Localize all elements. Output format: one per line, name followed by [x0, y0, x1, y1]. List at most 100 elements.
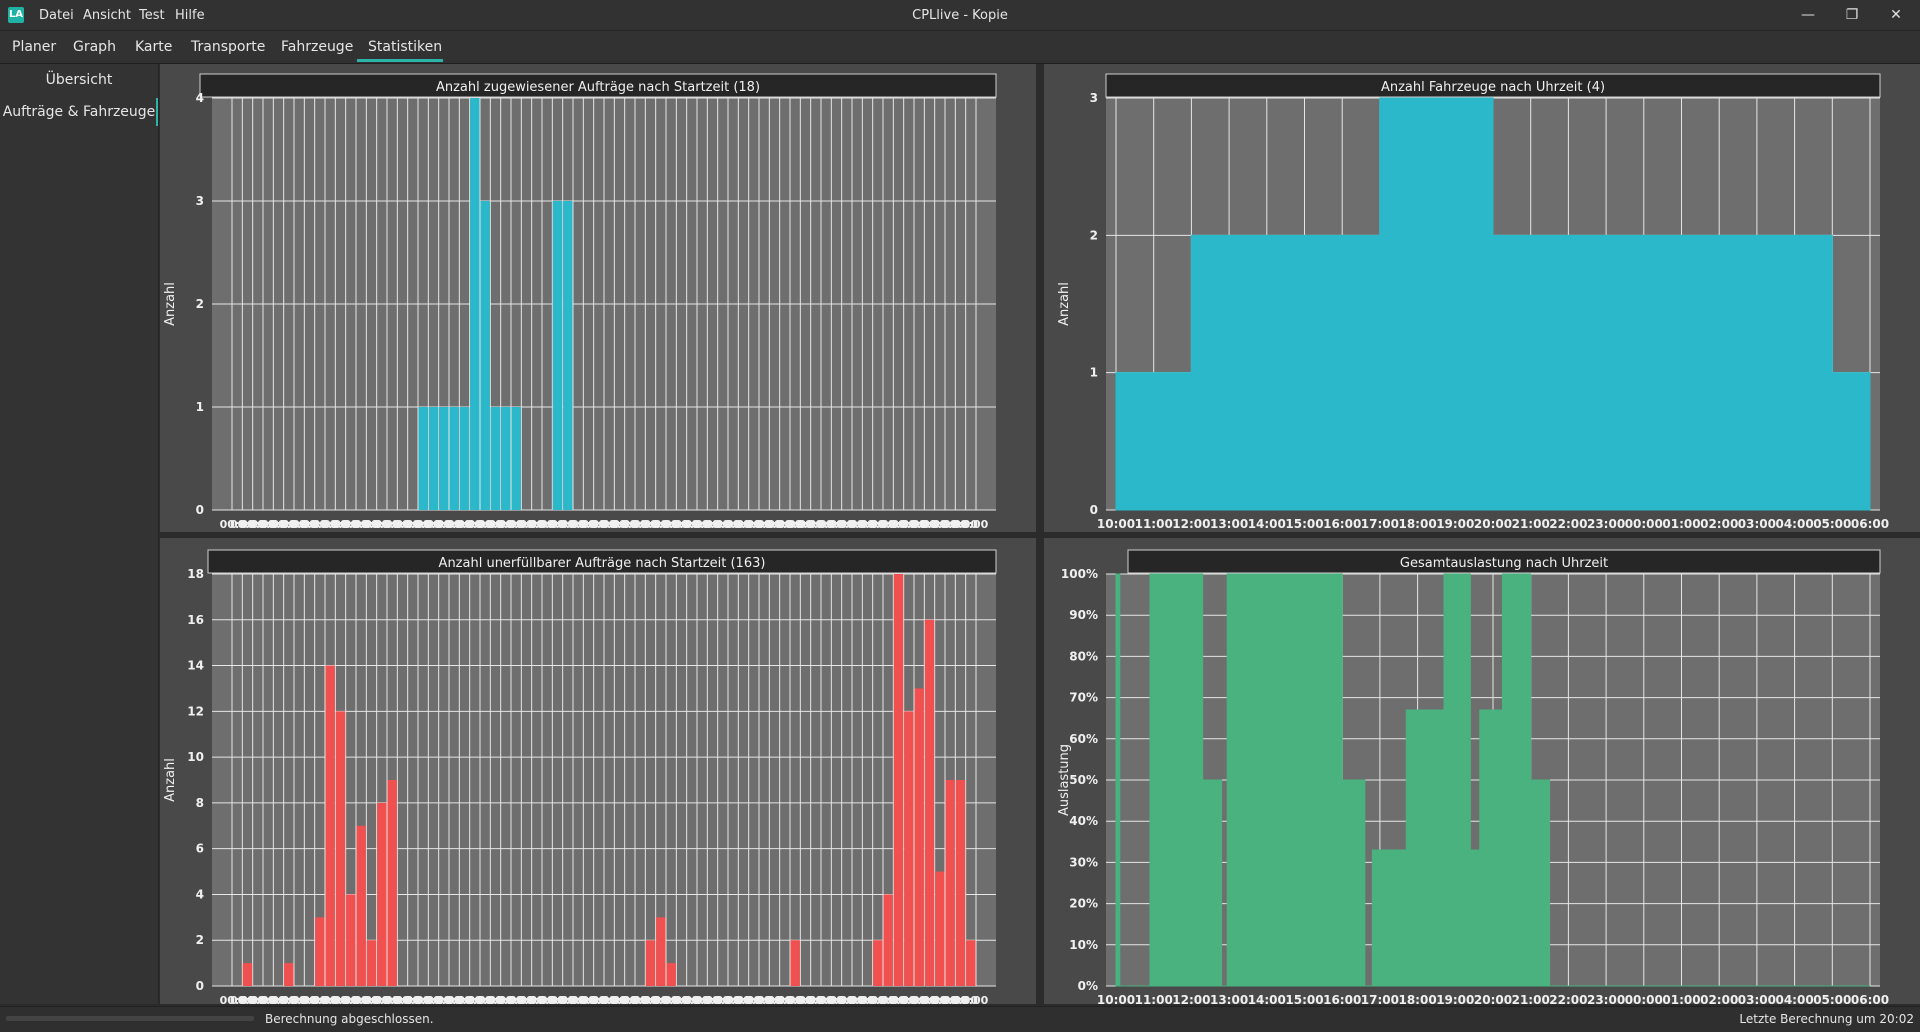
x-tick-label: 18:00	[1398, 993, 1436, 1004]
chart-total-utilization: Gesamtauslastung nach Uhrzeit 0% 10% 20% 30%…	[1057, 549, 1889, 1004]
y-tick-label: 0%	[1078, 979, 1098, 993]
y-tick-label: 18	[187, 567, 204, 581]
status-bar: Berechnung abgeschlossen. Letzte Berechn…	[0, 1006, 1920, 1032]
bar	[418, 407, 428, 510]
sidebar: Übersicht Aufträge & Fahrzeuge	[0, 64, 159, 1004]
last-calculation-time: Letzte Berechnung um 20:02	[1739, 1012, 1914, 1026]
x-tick-label: 16:00	[1323, 517, 1361, 531]
bar	[893, 574, 904, 986]
window-title: CPLlive - Kopie	[912, 8, 1008, 23]
y-tick-label: 0	[196, 979, 204, 993]
y-tick-label: 3	[196, 194, 204, 208]
bar	[470, 98, 480, 510]
x-tick-label: 17:00	[1361, 517, 1399, 531]
bar	[501, 407, 511, 510]
y-axis-label: Anzahl	[1057, 282, 1072, 326]
x-tick-label: 14:00	[1248, 993, 1286, 1004]
y-tick-label: 10	[187, 750, 204, 764]
bar	[645, 940, 656, 986]
tab-planer[interactable]: Planer	[12, 39, 56, 55]
x-tick-label: 14:00	[1248, 517, 1286, 531]
y-axis-label: Anzahl	[163, 282, 178, 326]
x-tick-label: 17:00	[1361, 993, 1399, 1004]
bar	[346, 894, 356, 986]
x-tick-label: 10:00	[1097, 993, 1135, 1004]
bar	[366, 940, 377, 986]
y-tick-label: 1	[1090, 366, 1098, 380]
main-tabs: Planer Graph Karte Transporte Fahrzeuge …	[0, 31, 1920, 64]
bar	[563, 201, 573, 510]
y-tick-label: 40%	[1069, 814, 1098, 828]
y-tick-label: 8	[196, 796, 204, 810]
x-tick-label: 10:00	[1097, 517, 1135, 531]
chart-vehicles-by-time: Anzahl Fahrzeuge nach Uhrzeit (4) 0 1 2 3 10:…	[1057, 73, 1889, 531]
sidebar-item-overview[interactable]: Übersicht	[0, 72, 158, 88]
y-tick-label: 0	[196, 503, 204, 517]
y-tick-label: 10%	[1069, 938, 1098, 952]
x-tick-label: 11:00	[1135, 993, 1173, 1004]
y-tick-label: 12	[187, 704, 204, 718]
bar	[904, 711, 914, 986]
x-tick-label: 03:00	[1738, 517, 1776, 531]
x-tick-label: 15:00	[1285, 993, 1323, 1004]
x-tick-label: 23:00	[1587, 517, 1625, 531]
active-tab-indicator	[357, 59, 443, 62]
statistics-view: Anzahl zugewiesener Aufträge nach Startz…	[160, 64, 1920, 1004]
x-tick-label: 01:00	[1662, 517, 1700, 531]
bar	[284, 963, 294, 986]
y-tick-label: 80%	[1069, 649, 1098, 663]
y-tick-label: 4	[196, 887, 204, 901]
sidebar-active-indicator	[156, 98, 158, 126]
bar	[790, 940, 800, 986]
x-tick-label: 23:00	[1587, 993, 1625, 1004]
x-tick-label: 00:00	[1625, 517, 1663, 531]
bar	[656, 917, 666, 986]
tab-graph[interactable]: Graph	[73, 39, 116, 55]
chart-assigned-orders: Anzahl zugewiesener Aufträge nach Startz…	[163, 73, 997, 531]
x-tick-label: 06:00	[1851, 517, 1889, 531]
menu-hilfe[interactable]: Hilfe	[175, 8, 205, 23]
y-tick-label: 1	[196, 400, 204, 414]
y-tick-label: 50%	[1069, 773, 1098, 787]
x-tick-label: 21:00	[1512, 517, 1550, 531]
tab-statistiken[interactable]: Statistiken	[368, 39, 442, 55]
bar	[335, 711, 346, 986]
chart-panel-vehicles: Anzahl Fahrzeuge nach Uhrzeit (4) 0 1 2 3 10:…	[1044, 64, 1920, 532]
restore-icon[interactable]: ❐	[1837, 4, 1867, 26]
x-tick-label: 19:00	[1436, 993, 1474, 1004]
tab-karte[interactable]: Karte	[135, 39, 172, 55]
x-tick-label: 02:00	[1700, 993, 1738, 1004]
chart-title: Anzahl unerfüllbarer Aufträge nach Start…	[439, 556, 766, 571]
close-icon[interactable]: ✕	[1881, 4, 1911, 26]
x-tick-label: 11:00	[1135, 517, 1173, 531]
tab-transporte[interactable]: Transporte	[191, 39, 265, 55]
x-tick-label: 04:00	[1775, 517, 1813, 531]
bar	[924, 619, 935, 986]
x-tick-label: 02:00	[1700, 517, 1738, 531]
y-tick-label: 6	[196, 842, 204, 856]
x-tick-label: 18:00	[1398, 517, 1436, 531]
x-tick-label: 15:00	[1285, 517, 1323, 531]
x-tick-label: 05:00	[1813, 517, 1851, 531]
x-tick-label: 03:00	[1738, 993, 1776, 1004]
chart-panel-unfulfillable-orders: Anzahl unerfüllbarer Aufträge nach Start…	[160, 538, 1036, 1004]
bar	[955, 780, 966, 986]
sidebar-item-orders-vehicles[interactable]: Aufträge & Fahrzeuge	[0, 104, 158, 120]
title-bar: LA Datei Ansicht Test Hilfe CPLlive - Ko…	[0, 0, 1920, 31]
menu-test[interactable]: Test	[139, 8, 165, 23]
tab-fahrzeuge[interactable]: Fahrzeuge	[281, 39, 353, 55]
bar	[935, 871, 945, 986]
x-tick-label: 00:00	[953, 994, 988, 1004]
bar	[325, 665, 335, 986]
y-tick-label: 2	[196, 933, 204, 947]
menu-datei[interactable]: Datei	[39, 8, 74, 23]
chart-unfulfillable-orders: Anzahl unerfüllbarer Aufträge nach Start…	[163, 549, 997, 1004]
menu-ansicht[interactable]: Ansicht	[83, 8, 131, 23]
x-tick-label: 01:00	[1662, 993, 1700, 1004]
x-tick-label: 12:00	[1172, 993, 1210, 1004]
bar	[511, 407, 521, 510]
y-tick-label: 16	[187, 613, 204, 627]
chart-panel-utilization: Gesamtauslastung nach Uhrzeit 0% 10% 20% 30%…	[1044, 538, 1920, 1004]
minimize-icon[interactable]: —	[1793, 4, 1823, 26]
bar	[552, 201, 563, 510]
